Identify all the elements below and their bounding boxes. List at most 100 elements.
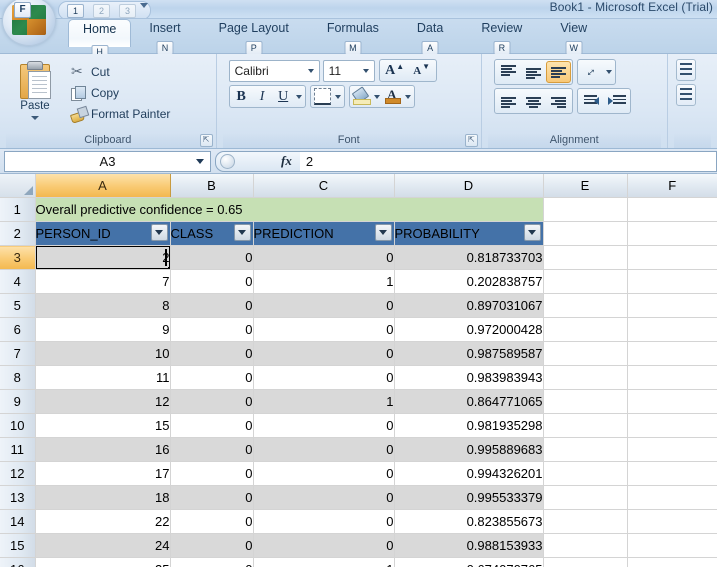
row-header-8[interactable]: 8: [0, 366, 35, 390]
paste-button[interactable]: Paste: [6, 59, 64, 120]
cell-f11[interactable]: [627, 438, 717, 462]
quick-access-toolbar[interactable]: 1 2 3: [58, 1, 151, 19]
header-person-id[interactable]: PERSON_ID: [35, 222, 170, 246]
name-box-chevron-down-icon[interactable]: [196, 159, 204, 164]
shrink-font-icon[interactable]: A▼: [408, 61, 435, 80]
row-header-13[interactable]: 13: [0, 486, 35, 510]
column-header-e[interactable]: E: [543, 174, 627, 198]
cell-e12[interactable]: [543, 462, 627, 486]
cell-f7[interactable]: [627, 342, 717, 366]
row-header-7[interactable]: 7: [0, 342, 35, 366]
row-header-6[interactable]: 6: [0, 318, 35, 342]
filter-dropdown-prediction-icon[interactable]: [375, 224, 392, 241]
cell-a6[interactable]: 9: [35, 318, 170, 342]
italic-button[interactable]: I: [252, 87, 273, 106]
cell-e2[interactable]: [543, 222, 627, 246]
cell-b5[interactable]: 0: [170, 294, 253, 318]
column-header-f[interactable]: F: [627, 174, 717, 198]
tab-page-layout[interactable]: Page Layout P: [207, 19, 301, 43]
cell-c13[interactable]: 0: [253, 486, 394, 510]
cell-a4[interactable]: 7: [35, 270, 170, 294]
row-header-16[interactable]: 16: [0, 558, 35, 568]
cell-c10[interactable]: 0: [253, 414, 394, 438]
cell-d3[interactable]: 0.818733703: [394, 246, 543, 270]
cell-a8[interactable]: 11: [35, 366, 170, 390]
cell-c15[interactable]: 0: [253, 534, 394, 558]
cell-e14[interactable]: [543, 510, 627, 534]
cell-b12[interactable]: 0: [170, 462, 253, 486]
cell-f16[interactable]: [627, 558, 717, 568]
cell-f10[interactable]: [627, 414, 717, 438]
font-color-chevron-down-icon[interactable]: [405, 95, 411, 99]
cell-c5[interactable]: 0: [253, 294, 394, 318]
cell-a13[interactable]: 18: [35, 486, 170, 510]
cell-e11[interactable]: [543, 438, 627, 462]
cell-b8[interactable]: 0: [170, 366, 253, 390]
cell-e4[interactable]: [543, 270, 627, 294]
filter-dropdown-class-icon[interactable]: [234, 224, 251, 241]
orientation-chevron-down-icon[interactable]: [606, 70, 612, 74]
increase-indent-button[interactable]: [604, 90, 629, 112]
cell-a5[interactable]: 8: [35, 294, 170, 318]
bold-button[interactable]: B: [231, 87, 252, 106]
cell-e13[interactable]: [543, 486, 627, 510]
cell-f13[interactable]: [627, 486, 717, 510]
fx-icon[interactable]: fx: [281, 153, 292, 169]
cell-e5[interactable]: [543, 294, 627, 318]
cell-d12[interactable]: 0.994326201: [394, 462, 543, 486]
cell-c11[interactable]: 0: [253, 438, 394, 462]
insert-function-round-button[interactable]: [220, 154, 235, 169]
borders-chevron-down-icon[interactable]: [335, 95, 341, 99]
filter-dropdown-probability-icon[interactable]: [524, 224, 541, 241]
tab-formulas[interactable]: Formulas M: [315, 19, 391, 43]
cell-c3[interactable]: 0: [253, 246, 394, 270]
qat-customize-chevron-down-icon[interactable]: [140, 3, 148, 8]
cell-b9[interactable]: 0: [170, 390, 253, 414]
row-header-3[interactable]: 3: [0, 246, 35, 270]
cell-a16[interactable]: 25: [35, 558, 170, 568]
row-header-4[interactable]: 4: [0, 270, 35, 294]
cell-c4[interactable]: 1: [253, 270, 394, 294]
row-header-15[interactable]: 15: [0, 534, 35, 558]
cell-c6[interactable]: 0: [253, 318, 394, 342]
cell-d4[interactable]: 0.202838757: [394, 270, 543, 294]
align-middle-button[interactable]: [521, 61, 546, 83]
font-name-combo[interactable]: Calibri: [229, 60, 320, 82]
cell-f4[interactable]: [627, 270, 717, 294]
column-header-c[interactable]: C: [253, 174, 394, 198]
cell-b13[interactable]: 0: [170, 486, 253, 510]
select-all-corner[interactable]: [0, 174, 35, 198]
formula-input[interactable]: 2: [300, 151, 717, 172]
merge-and-center-button[interactable]: [676, 84, 696, 106]
cell-c7[interactable]: 0: [253, 342, 394, 366]
cell-e15[interactable]: [543, 534, 627, 558]
grow-font-icon[interactable]: A▲: [381, 61, 408, 80]
borders-button[interactable]: [312, 87, 333, 106]
cell-a10[interactable]: 15: [35, 414, 170, 438]
cell-d9[interactable]: 0.864771065: [394, 390, 543, 414]
cell-e9[interactable]: [543, 390, 627, 414]
cell-a11[interactable]: 16: [35, 438, 170, 462]
row-header-10[interactable]: 10: [0, 414, 35, 438]
column-header-d[interactable]: D: [394, 174, 543, 198]
row-header-9[interactable]: 9: [0, 390, 35, 414]
underline-chevron-down-icon[interactable]: [296, 95, 302, 99]
paste-chevron-down-icon[interactable]: [31, 116, 39, 120]
cell-d15[interactable]: 0.988153933: [394, 534, 543, 558]
tab-view[interactable]: View W: [548, 19, 599, 43]
font-size-stepper[interactable]: A▲ A▼: [379, 59, 437, 82]
cell-d14[interactable]: 0.823855673: [394, 510, 543, 534]
cell-f9[interactable]: [627, 390, 717, 414]
align-left-button[interactable]: [496, 90, 521, 112]
cut-button[interactable]: Cut: [66, 61, 174, 82]
cell-e8[interactable]: [543, 366, 627, 390]
cell-a9[interactable]: 12: [35, 390, 170, 414]
cell-b10[interactable]: 0: [170, 414, 253, 438]
cell-e16[interactable]: [543, 558, 627, 568]
cell-f6[interactable]: [627, 318, 717, 342]
cell-e6[interactable]: [543, 318, 627, 342]
tab-home[interactable]: Home H: [68, 19, 131, 47]
cell-f5[interactable]: [627, 294, 717, 318]
cell-c12[interactable]: 0: [253, 462, 394, 486]
font-size-combo[interactable]: 11: [323, 60, 375, 82]
